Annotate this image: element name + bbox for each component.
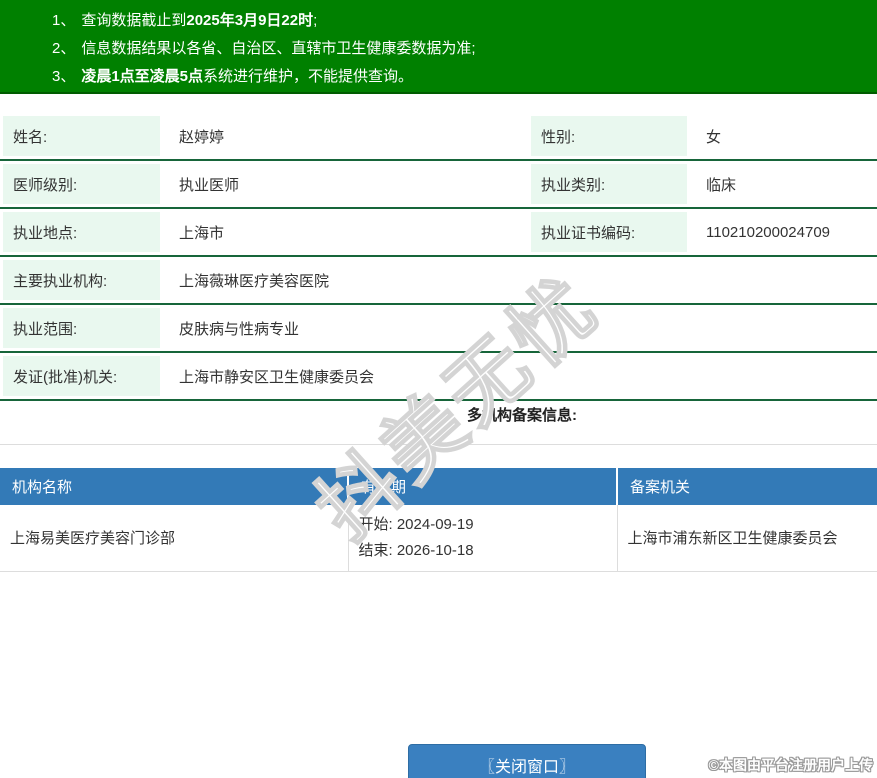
multi-org-registration-table: 机构名称 有效期 备案机关 上海易美医疗美容门诊部 开始: 2024-09-19…: [0, 468, 877, 572]
field-label-text: 发证(批准)机关:: [3, 356, 160, 396]
cell-filing-authority: 上海市浦东新区卫生健康委员会: [616, 505, 877, 572]
column-header-filing-authority: 备案机关: [616, 468, 877, 505]
notice-number: 3、: [52, 68, 76, 85]
notice-line-3: 3、 凌晨1点至凌晨5点系统进行维护，不能提供查询。: [52, 63, 877, 91]
validity-end: 结束: 2026-10-18: [358, 541, 474, 559]
field-value-certificate-number: 110210200024709: [690, 208, 877, 257]
cell-org-name: 上海易美医疗美容门诊部: [0, 505, 348, 572]
table-row: 发证(批准)机关: 上海市静安区卫生健康委员会: [0, 352, 877, 401]
notice-line-1: 1、 查询数据截止到2025年3月9日22时;: [52, 7, 877, 35]
field-value-name: 赵婷婷: [163, 113, 528, 161]
field-label-practice-scope: 执业范围:: [0, 304, 163, 353]
notice-text: ;: [313, 12, 318, 29]
table-row: 执业范围: 皮肤病与性病专业: [0, 304, 877, 353]
field-label-certificate-number: 执业证书编码:: [528, 208, 690, 257]
field-label-text: 性别:: [531, 116, 687, 156]
field-label-text: 执业证书编码:: [531, 212, 687, 252]
field-label-text: 医师级别:: [3, 164, 160, 204]
field-label-text: 主要执业机构:: [3, 260, 160, 300]
license-query-result-page: 1、 查询数据截止到2025年3月9日22时; 2、 信息数据结果以各省、自治区、直…: [0, 0, 877, 778]
field-label-text: 执业类别:: [531, 164, 687, 204]
field-label-text: 执业范围:: [3, 308, 160, 348]
notice-text-bold: 凌晨1点至凌晨5点: [81, 68, 204, 85]
validity-start: 开始: 2024-09-19: [358, 515, 474, 533]
column-header-validity: 有效期: [347, 468, 617, 505]
table-row: 医师级别: 执业医师 执业类别: 临床: [0, 160, 877, 209]
field-label-gender: 性别:: [528, 113, 690, 161]
field-label-name: 姓名:: [0, 113, 163, 161]
table-row: 姓名: 赵婷婷 性别: 女: [0, 113, 877, 161]
field-label-practice-location: 执业地点:: [0, 208, 163, 257]
notice-number: 1、: [52, 12, 76, 29]
close-window-button[interactable]: 〖关闭窗口〗: [408, 744, 646, 778]
notice-text: 信息数据结果以各省、自治区、直辖市卫生健康委数据为准;: [81, 40, 476, 57]
table-header-row: 机构名称 有效期 备案机关: [0, 468, 877, 505]
field-label-practice-category: 执业类别:: [528, 160, 690, 209]
column-header-org-name: 机构名称: [0, 468, 348, 505]
notice-text-bold: 2025年3月9日22时: [186, 12, 314, 29]
cell-validity: 开始: 2024-09-19 结束: 2026-10-18: [347, 505, 617, 572]
practitioner-info-table: 姓名: 赵婷婷 性别: 女 医师级别: 执业医师 执业类别: 临床 执业地点: …: [0, 113, 877, 401]
field-value-practice-scope: 皮肤病与性病专业: [163, 304, 877, 353]
notice-number: 2、: [52, 40, 76, 57]
section-divider: [0, 444, 877, 445]
field-label-issuing-authority: 发证(批准)机关:: [0, 352, 163, 401]
notice-line-2: 2、 信息数据结果以各省、自治区、直辖市卫生健康委数据为准;: [52, 35, 877, 63]
notice-text: 系统进行维护，不能提供查询。: [203, 68, 414, 85]
field-label-doctor-level: 医师级别:: [0, 160, 163, 209]
field-value-issuing-authority: 上海市静安区卫生健康委员会: [163, 352, 877, 401]
upload-credit-watermark: ©本图由平台注册用户上传: [708, 757, 873, 773]
field-value-practice-category: 临床: [690, 160, 877, 209]
field-label-main-institution: 主要执业机构:: [0, 256, 163, 305]
notice-banner: 1、 查询数据截止到2025年3月9日22时; 2、 信息数据结果以各省、自治区、直…: [0, 0, 877, 94]
field-label-text: 姓名:: [3, 116, 160, 156]
field-label-text: 执业地点:: [3, 212, 160, 252]
notice-text: 查询数据截止到: [81, 12, 187, 29]
table-row: 主要执业机构: 上海薇琳医疗美容医院: [0, 256, 877, 305]
table-row: 上海易美医疗美容门诊部 开始: 2024-09-19 结束: 2026-10-1…: [0, 505, 877, 572]
table-row: 执业地点: 上海市 执业证书编码: 110210200024709: [0, 208, 877, 257]
field-value-practice-location: 上海市: [163, 208, 528, 257]
field-value-doctor-level: 执业医师: [163, 160, 528, 209]
field-value-gender: 女: [690, 113, 877, 161]
multi-org-section-title: 多机构备案信息:: [467, 407, 577, 424]
field-value-main-institution: 上海薇琳医疗美容医院: [163, 256, 877, 305]
